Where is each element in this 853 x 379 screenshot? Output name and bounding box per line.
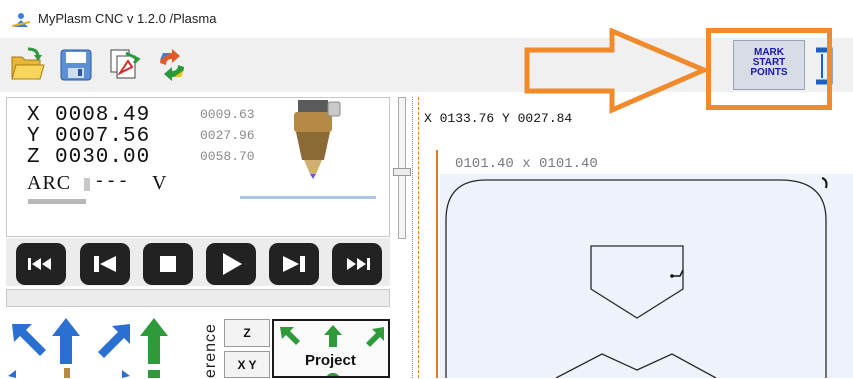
reference-label: erence xyxy=(202,323,219,378)
status-strip xyxy=(6,289,390,307)
cut-plate-preview xyxy=(440,174,853,378)
edit-document-icon[interactable] xyxy=(106,47,142,83)
pointer-arrow-icon xyxy=(524,28,711,114)
jog-center-icon xyxy=(64,368,70,378)
step-forward-button[interactable] xyxy=(269,243,319,285)
rewind-icon xyxy=(28,258,51,270)
canvas-origin-line xyxy=(418,97,420,378)
save-disk-icon[interactable] xyxy=(58,47,94,83)
jog-left-icon[interactable] xyxy=(8,370,16,378)
arc-status-label: ARC xyxy=(27,172,72,194)
x-secondary-value: 0009.63 xyxy=(200,107,255,122)
step-back-icon xyxy=(94,256,116,272)
project-arrows-icon xyxy=(280,325,384,376)
project-button[interactable] xyxy=(272,319,390,378)
play-button[interactable] xyxy=(206,243,256,285)
play-icon xyxy=(223,253,242,275)
open-folder-icon[interactable] xyxy=(10,47,46,83)
voltage-label: V xyxy=(152,172,168,194)
plasma-torch-icon xyxy=(294,100,341,179)
jog-pad xyxy=(8,318,168,378)
z-secondary-value: 0058.70 xyxy=(200,149,255,164)
jog-z-down-icon[interactable] xyxy=(148,370,160,378)
y-secondary-value: 0027.96 xyxy=(200,128,255,143)
app-logo-icon xyxy=(12,13,30,27)
highlight-box xyxy=(706,28,832,110)
arc-indicator xyxy=(84,178,90,191)
fast-forward-icon xyxy=(347,258,370,270)
z-axis-button[interactable]: Z xyxy=(224,319,270,347)
panel-divider xyxy=(412,97,414,378)
jog-up-left-icon[interactable] xyxy=(12,324,46,356)
plate-edge-line xyxy=(436,150,438,378)
speed-slider-thumb[interactable] xyxy=(393,168,411,176)
x-position-value: 0008.49 xyxy=(55,104,151,127)
jog-up-icon[interactable] xyxy=(52,318,80,364)
y-position-value: 0007.56 xyxy=(55,125,151,148)
xy-axis-button[interactable]: X Y xyxy=(224,351,270,378)
jog-z-up-icon[interactable] xyxy=(140,318,168,364)
stop-button[interactable] xyxy=(143,243,193,285)
step-forward-icon xyxy=(283,256,305,272)
jog-up-right-icon[interactable] xyxy=(98,324,130,358)
arc-dashes: --- xyxy=(94,172,130,192)
window-title: MyPlasm CNC v 1.2.0 /Plasma xyxy=(38,11,217,26)
stop-icon xyxy=(160,256,176,272)
arc-underline xyxy=(28,199,86,204)
z-axis-label: Z xyxy=(27,146,41,169)
y-axis-label: Y xyxy=(27,125,41,148)
progress-bar xyxy=(240,196,376,199)
fast-forward-button[interactable] xyxy=(332,243,382,285)
x-axis-label: X xyxy=(27,104,41,127)
project-label: Project xyxy=(305,352,356,369)
refresh-arrows-icon[interactable] xyxy=(154,47,190,83)
z-position-value: 0030.00 xyxy=(55,146,151,169)
jog-right-icon[interactable] xyxy=(122,370,130,378)
cursor-coordinates-readout: X 0133.76 Y 0027.84 xyxy=(424,111,573,126)
plate-dimensions-label: 0101.40 x 0101.40 xyxy=(455,156,598,172)
rewind-button[interactable] xyxy=(16,243,66,285)
step-back-button[interactable] xyxy=(80,243,130,285)
